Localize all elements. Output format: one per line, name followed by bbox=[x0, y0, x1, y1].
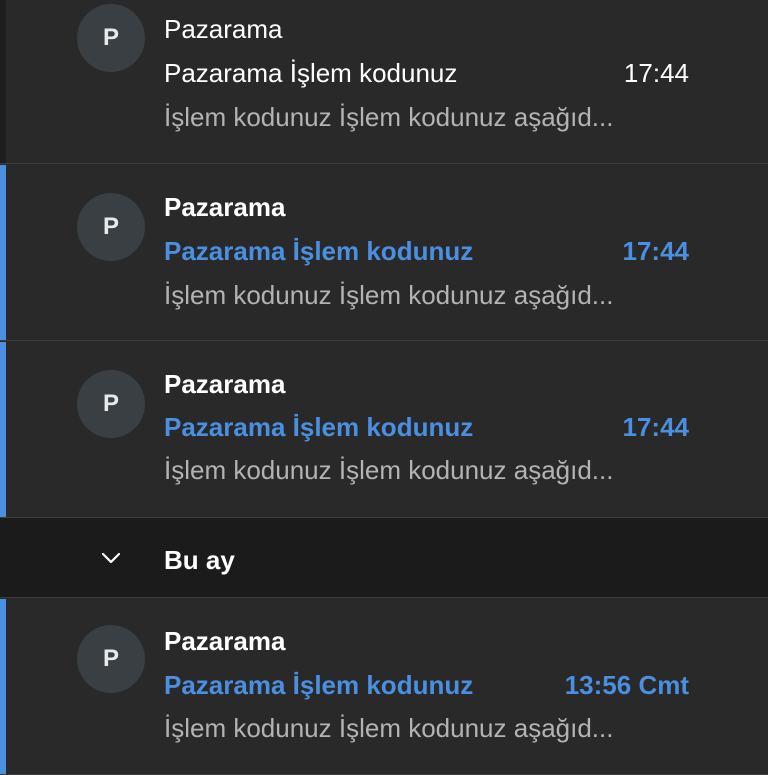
message-item[interactable]: P Pazarama Pazarama İşlem kodunuz 17:44 … bbox=[0, 0, 768, 164]
avatar-letter: P bbox=[102, 645, 119, 672]
message-subject: Pazarama İşlem kodunuz bbox=[164, 236, 474, 266]
message-list: P Pazarama Pazarama İşlem kodunuz 17:44 … bbox=[0, 0, 768, 775]
unread-indicator bbox=[0, 342, 6, 517]
avatar-letter: P bbox=[102, 390, 119, 417]
chevron-down-icon[interactable] bbox=[97, 544, 125, 572]
avatar: P bbox=[77, 370, 145, 438]
unread-indicator bbox=[0, 599, 6, 774]
message-preview: İşlem kodunuz İşlem kodunuz aşağıd... bbox=[164, 280, 614, 310]
message-item[interactable]: P Pazarama Pazarama İşlem kodunuz 17:44 … bbox=[0, 165, 768, 341]
message-subject: Pazarama İşlem kodunuz bbox=[164, 412, 474, 442]
message-time: 17:44 bbox=[622, 236, 690, 266]
group-label: Bu ay bbox=[164, 545, 235, 575]
message-time: 13:56 Cmt bbox=[564, 670, 689, 700]
unread-indicator bbox=[0, 165, 6, 340]
sender-name: Pazarama bbox=[164, 369, 286, 399]
message-item[interactable]: P Pazarama Pazarama İşlem kodunuz 17:44 … bbox=[0, 342, 768, 518]
message-item[interactable]: P Pazarama Pazarama İşlem kodunuz 13:56 … bbox=[0, 599, 768, 775]
message-preview: İşlem kodunuz İşlem kodunuz aşağıd... bbox=[164, 102, 614, 132]
message-preview: İşlem kodunuz İşlem kodunuz aşağıd... bbox=[164, 713, 614, 743]
avatar-letter: P bbox=[102, 24, 119, 51]
avatar: P bbox=[77, 4, 145, 72]
avatar: P bbox=[77, 625, 145, 693]
avatar: P bbox=[77, 193, 145, 261]
message-subject: Pazarama İşlem kodunuz bbox=[164, 670, 474, 700]
message-time: 17:44 bbox=[623, 58, 689, 88]
unread-indicator bbox=[0, 0, 6, 163]
message-subject: Pazarama İşlem kodunuz bbox=[164, 58, 458, 88]
group-header-this-month[interactable]: Bu ay bbox=[0, 518, 768, 598]
message-preview: İşlem kodunuz İşlem kodunuz aşağıd... bbox=[164, 455, 614, 485]
sender-name: Pazarama bbox=[164, 192, 286, 222]
avatar-letter: P bbox=[102, 213, 119, 240]
sender-name: Pazarama bbox=[164, 14, 283, 44]
sender-name: Pazarama bbox=[164, 626, 286, 656]
message-time: 17:44 bbox=[622, 412, 690, 442]
